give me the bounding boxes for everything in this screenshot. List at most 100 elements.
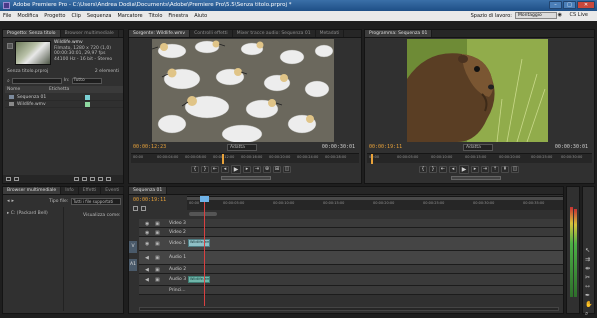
- selection-tool-icon[interactable]: ↖: [585, 247, 592, 254]
- list-view-icon[interactable]: [6, 177, 11, 181]
- column-name[interactable]: Nome: [5, 86, 49, 93]
- timeline-scrollbar[interactable]: [139, 307, 559, 311]
- source-track-tab-v[interactable]: V: [129, 241, 137, 253]
- playhead-handle[interactable]: [200, 196, 209, 202]
- menu-marcatore[interactable]: Marcatore: [117, 13, 142, 19]
- tab-events[interactable]: Eventi: [101, 187, 125, 194]
- tab-media-browser-small[interactable]: Browser multimediale: [61, 30, 119, 37]
- menu-sequenza[interactable]: Sequenza: [87, 13, 112, 19]
- project-item-clip[interactable]: Wildlife.wmv: [5, 101, 123, 108]
- tab-project[interactable]: Progetto: Senza titolo: [3, 30, 61, 37]
- drive-item[interactable]: ▸ C: (Packard Bell): [7, 211, 48, 216]
- program-zoom-select[interactable]: Adatta: [463, 144, 493, 151]
- marker-icon[interactable]: [141, 206, 146, 211]
- tab-sequence[interactable]: Sequenza 01: [129, 187, 168, 194]
- track-audio-3[interactable]: ◀ ▣ Audio 3 Wildlife.wmv: [139, 274, 563, 286]
- menu-aiuto[interactable]: Aiuto: [194, 13, 207, 19]
- step-forward-button[interactable]: ▸: [471, 166, 479, 173]
- back-arrow-icon[interactable]: ◂: [7, 198, 10, 204]
- zoom-slider[interactable]: [189, 212, 217, 216]
- snap-icon[interactable]: [133, 206, 138, 211]
- mark-out-button[interactable]: }: [429, 166, 437, 173]
- program-timecode[interactable]: 00:00:19:11: [369, 144, 402, 150]
- label-swatch[interactable]: [85, 102, 90, 107]
- step-forward-button[interactable]: ▸: [243, 166, 251, 173]
- step-back-button[interactable]: ◂: [449, 166, 457, 173]
- lock-icon[interactable]: ▣: [155, 277, 160, 283]
- lock-icon[interactable]: ▣: [155, 267, 160, 273]
- track-video-3[interactable]: ◉ ▣ Video 3: [139, 219, 563, 228]
- new-bin-icon[interactable]: [90, 177, 95, 181]
- track-audio-2[interactable]: ◀ ▣ Audio 2: [139, 265, 563, 274]
- source-track-tab-a1[interactable]: A1: [129, 259, 137, 271]
- maximize-button[interactable]: □: [563, 1, 576, 9]
- tab-info[interactable]: Info: [61, 187, 79, 194]
- icon-view-icon[interactable]: [14, 177, 19, 181]
- program-playhead[interactable]: [371, 154, 373, 164]
- track-audio-1[interactable]: ◀ ▣ Audio 1: [139, 251, 563, 265]
- track-video-1[interactable]: ◉ ▣ Video 1 Wildlife.wmv: [139, 237, 563, 251]
- workspace-select[interactable]: Montaggio: [515, 12, 557, 19]
- source-timecode[interactable]: 00:00:12:23: [133, 144, 166, 150]
- timeline-timecode[interactable]: 00:00:19:11: [133, 197, 166, 203]
- step-back-button[interactable]: ◂: [221, 166, 229, 173]
- lock-icon[interactable]: ▣: [155, 230, 160, 236]
- menu-titolo[interactable]: Titolo: [149, 13, 163, 19]
- extract-button[interactable]: ⇞: [501, 166, 509, 173]
- tab-metadata[interactable]: Metadati: [316, 30, 345, 37]
- track-video-2[interactable]: ◉ ▣ Video 2: [139, 228, 563, 237]
- trash-icon[interactable]: [106, 177, 111, 181]
- work-area-bar[interactable]: [187, 197, 563, 200]
- lock-icon[interactable]: ▣: [155, 241, 160, 247]
- go-to-out-button[interactable]: ⇥: [253, 166, 261, 173]
- menu-progetto[interactable]: Progetto: [44, 13, 65, 19]
- pen-tool-icon[interactable]: ✒: [585, 292, 592, 299]
- video-clip[interactable]: Wildlife.wmv: [188, 239, 210, 247]
- cs-live-button[interactable]: ◉ CS Live: [558, 12, 594, 18]
- mark-in-button[interactable]: {: [191, 166, 199, 173]
- export-frame-button[interactable]: ◫: [283, 166, 291, 173]
- timeline-playhead[interactable]: [204, 196, 205, 306]
- go-to-in-button[interactable]: ⇤: [439, 166, 447, 173]
- eye-icon[interactable]: ◉: [145, 221, 149, 227]
- eye-icon[interactable]: ◉: [145, 241, 149, 247]
- automate-icon[interactable]: [74, 177, 79, 181]
- minimize-button[interactable]: –: [549, 1, 562, 9]
- lock-icon[interactable]: ▣: [155, 221, 160, 227]
- slip-tool-icon[interactable]: ⇿: [585, 283, 592, 290]
- tab-effect-controls[interactable]: Controlli effetti: [190, 30, 233, 37]
- track-master[interactable]: Princi...: [139, 286, 563, 295]
- menu-file[interactable]: File: [3, 13, 11, 19]
- tab-media-browser[interactable]: Browser multimediale: [3, 187, 62, 194]
- tab-effects[interactable]: Effetti: [79, 187, 102, 194]
- source-zoom-select[interactable]: Adatta: [227, 144, 257, 151]
- hand-tool-icon[interactable]: ✋: [585, 301, 592, 308]
- track-select-tool-icon[interactable]: ⇉: [585, 256, 592, 263]
- search-scope-select[interactable]: Tutto: [71, 77, 102, 84]
- source-playhead[interactable]: [222, 154, 224, 164]
- go-to-out-button[interactable]: ⇥: [481, 166, 489, 173]
- file-type-select[interactable]: Tutti i file supportati: [71, 198, 121, 205]
- play-preview-icon[interactable]: [7, 43, 13, 49]
- source-jog-shuttle[interactable]: [221, 176, 271, 180]
- play-button[interactable]: ▶: [459, 165, 469, 174]
- timeline-time-ruler[interactable]: 00:00 00:00:05:00 00:00:10:00 00:00:15:0…: [187, 196, 563, 210]
- overwrite-button[interactable]: ⊞: [273, 166, 281, 173]
- media-divider[interactable]: [63, 207, 64, 311]
- razor-tool-icon[interactable]: ✂: [585, 274, 592, 281]
- speaker-icon[interactable]: ◀: [145, 255, 149, 261]
- menu-clip[interactable]: Clip: [71, 13, 80, 19]
- menu-modifica[interactable]: Modifica: [17, 13, 38, 19]
- column-label[interactable]: Etichetta: [49, 86, 69, 93]
- search-input[interactable]: [11, 77, 62, 84]
- program-time-ruler[interactable]: 00:00 00:00:05:00 00:00:10:00 00:00:15:0…: [367, 153, 592, 164]
- mark-in-button[interactable]: {: [419, 166, 427, 173]
- insert-button[interactable]: ⊕: [263, 166, 271, 173]
- ripple-edit-tool-icon[interactable]: ⇹: [585, 265, 592, 272]
- find-icon[interactable]: [82, 177, 87, 181]
- play-button[interactable]: ▶: [231, 165, 241, 174]
- lock-icon[interactable]: ▣: [155, 255, 160, 261]
- zoom-tool-icon[interactable]: ⌕: [585, 310, 592, 318]
- lift-button[interactable]: ⇡: [491, 166, 499, 173]
- speaker-icon[interactable]: ◀: [145, 277, 149, 283]
